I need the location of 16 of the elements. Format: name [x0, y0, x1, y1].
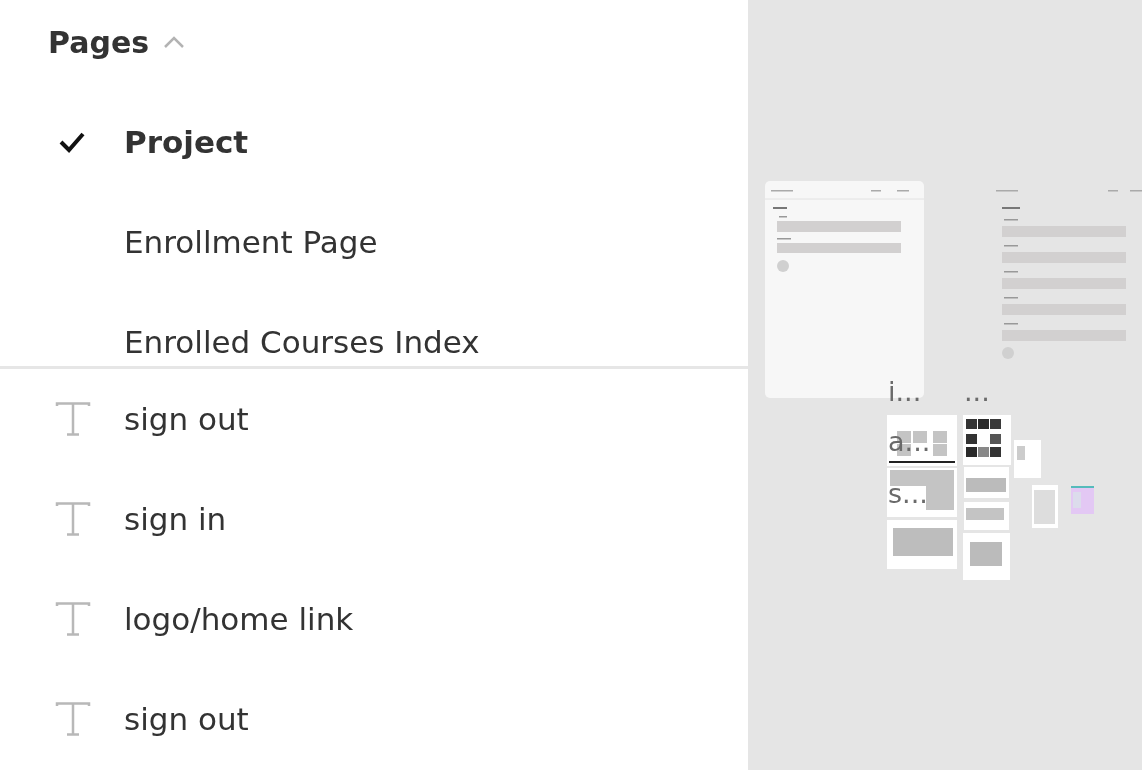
text-layer-icon — [54, 702, 92, 736]
page-item[interactable]: Enrollment Page — [0, 192, 748, 292]
layer-item[interactable]: sign in — [0, 469, 748, 569]
frame-label: i... — [888, 378, 922, 405]
check-icon — [58, 131, 86, 153]
frame-label: a... — [888, 428, 931, 455]
frame-label: ... — [964, 378, 990, 405]
text-layer-icon — [54, 502, 92, 536]
layer-item[interactable]: sign out — [0, 669, 748, 769]
page-item[interactable]: Project — [0, 92, 748, 192]
layer-item[interactable]: logo/home link — [0, 569, 748, 669]
text-layer-icon — [54, 602, 92, 636]
text-layer-icon — [54, 402, 92, 436]
frame-label: s... — [888, 480, 928, 507]
chevron-up-icon[interactable] — [163, 35, 186, 49]
panel-title: Pages — [48, 24, 150, 60]
